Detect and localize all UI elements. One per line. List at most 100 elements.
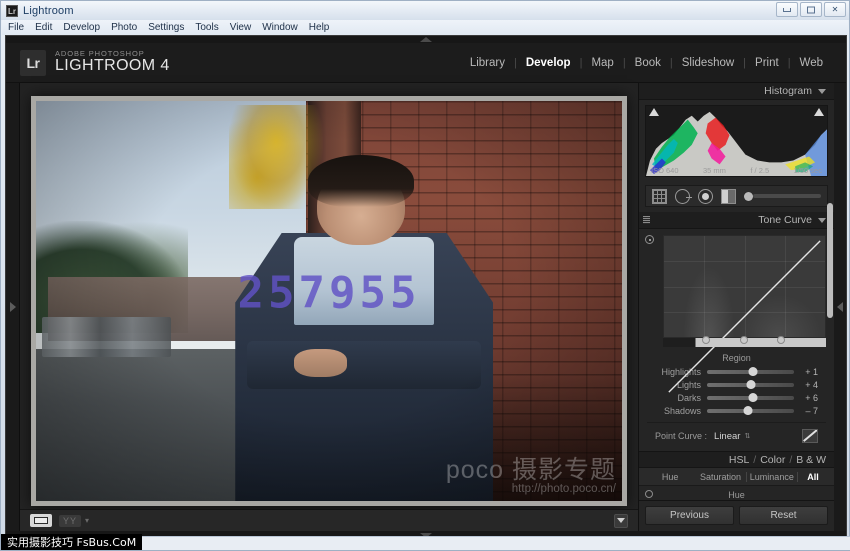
module-develop[interactable]: Develop — [517, 57, 580, 69]
menu-item-settings[interactable]: Settings — [148, 22, 184, 33]
hsl-hue-label: Hue — [639, 490, 834, 500]
shadow-clipping-icon[interactable] — [649, 108, 659, 116]
split-point-shadows[interactable] — [702, 336, 710, 344]
tone-curve-panel-header[interactable]: Tone Curve — [639, 212, 834, 229]
photo-viewport: 257955 poco 摄影专题 http://photo.poco.cn/ — [20, 83, 638, 509]
module-print[interactable]: Print — [746, 57, 788, 69]
chevron-down-icon — [818, 218, 826, 223]
histogram-panel-header[interactable]: Histogram — [639, 83, 834, 100]
slider-track[interactable] — [707, 409, 794, 413]
slider-thumb[interactable] — [743, 406, 752, 415]
slider-thumb[interactable] — [749, 393, 758, 402]
point-curve-select[interactable]: Linear — [714, 431, 740, 442]
hsl-slash: / — [789, 454, 792, 466]
crop-overlay-icon[interactable] — [652, 189, 667, 204]
menu-item-view[interactable]: View — [230, 22, 252, 33]
histogram-exif: ISO 640 35 mm f / 2.5 1/50 sec — [646, 166, 827, 175]
targeted-adjustment-icon[interactable] — [645, 235, 654, 244]
slider-thumb[interactable] — [749, 367, 758, 376]
right-panel-rail[interactable] — [834, 83, 846, 531]
hsl-panel-header[interactable]: HSL / Color / B & W — [639, 451, 834, 468]
right-panel-scrollbar[interactable] — [827, 203, 833, 318]
slider-track[interactable] — [707, 370, 794, 374]
menu-item-photo[interactable]: Photo — [111, 22, 137, 33]
hsl-tab-hsl[interactable]: HSL — [729, 454, 749, 466]
menu-item-help[interactable]: Help — [309, 22, 330, 33]
split-point-highlights[interactable] — [777, 336, 785, 344]
chevron-up-icon — [420, 37, 432, 42]
module-web[interactable]: Web — [791, 57, 832, 69]
tone-curve-split-sliders[interactable] — [663, 338, 826, 347]
right-panel: Histogram — [638, 83, 834, 531]
module-book[interactable]: Book — [626, 57, 670, 69]
right-panel-scroll: Histogram — [639, 83, 834, 500]
previous-button[interactable]: Previous — [645, 506, 734, 525]
tone-curve-panel: Region Highlights + 1 Lights + 4 — [639, 229, 834, 451]
slider-track[interactable] — [707, 396, 794, 400]
tone-curve-graph[interactable] — [663, 235, 826, 338]
point-curve-label: Point Curve : — [655, 431, 707, 441]
spot-removal-icon[interactable] — [675, 189, 690, 204]
split-point-midtones[interactable] — [740, 336, 748, 344]
histogram-panel: ISO 640 35 mm f / 2.5 1/50 sec — [639, 100, 834, 181]
flag-toggle-button[interactable]: YY — [59, 515, 81, 527]
menu-item-edit[interactable]: Edit — [35, 22, 52, 33]
module-library[interactable]: Library — [461, 57, 514, 69]
module-slideshow[interactable]: Slideshow — [673, 57, 743, 69]
photo-image[interactable]: 257955 poco 摄影专题 http://photo.poco.cn/ — [36, 101, 622, 501]
minimize-button[interactable] — [776, 2, 798, 17]
toolbar-right-group — [614, 514, 628, 528]
develop-action-buttons: Previous Reset — [639, 500, 834, 531]
watermark-brand: poco 摄影专题 — [446, 457, 616, 483]
watermark-poco: poco 摄影专题 http://photo.poco.cn/ — [446, 457, 616, 495]
chevron-left-icon — [837, 302, 843, 312]
exif-aperture: f / 2.5 — [750, 166, 769, 175]
slider-value: – 7 — [794, 406, 818, 416]
chevron-updown-icon[interactable]: ⇅ — [744, 432, 750, 440]
menu-item-file[interactable]: File — [8, 22, 24, 33]
adjustment-brush-icon[interactable] — [744, 192, 821, 201]
left-panel-rail[interactable] — [6, 83, 20, 531]
menu-item-tools[interactable]: Tools — [195, 22, 218, 33]
module-picker: Library | Develop | Map | Book | Slidesh… — [461, 57, 832, 69]
status-tip: 实用摄影技巧 FsBus.CoM — [1, 534, 142, 550]
panel-switch-icon[interactable] — [643, 216, 650, 224]
maximize-icon — [807, 6, 815, 13]
graduated-filter-icon[interactable] — [721, 189, 736, 204]
highlight-clipping-icon[interactable] — [814, 108, 824, 116]
histogram-graph[interactable]: ISO 640 35 mm f / 2.5 1/50 sec — [645, 105, 828, 177]
slider-label: Shadows — [655, 406, 707, 416]
close-button[interactable]: ✕ — [824, 2, 846, 17]
hsl-tab-color[interactable]: Color — [760, 454, 785, 466]
top-panel-collapse-bar[interactable] — [6, 36, 846, 43]
develop-tool-strip — [645, 185, 828, 207]
chevron-right-icon — [10, 302, 16, 312]
hsl-subtab-all[interactable]: All — [798, 472, 828, 482]
menu-item-develop[interactable]: Develop — [63, 22, 100, 33]
hsl-tab-bw[interactable]: B & W — [796, 454, 826, 466]
module-map[interactable]: Map — [582, 57, 622, 69]
histogram-title: Histogram — [764, 85, 812, 97]
slider-track[interactable] — [707, 383, 794, 387]
identity-plate: ADOBE PHOTOSHOP LIGHTROOM 4 — [55, 50, 170, 75]
menu-item-window[interactable]: Window — [262, 22, 298, 33]
menubar: File Edit Develop Photo Settings Tools V… — [2, 20, 848, 35]
red-eye-correction-icon[interactable] — [698, 189, 713, 204]
reset-button[interactable]: Reset — [739, 506, 828, 525]
point-curve-row: Point Curve : Linear ⇅ — [647, 422, 826, 447]
targeted-adjustment-icon[interactable] — [645, 490, 653, 498]
hsl-subtab-hue[interactable]: Hue — [645, 472, 695, 482]
window-app-icon: Lr — [6, 5, 18, 17]
chevron-down-icon — [617, 518, 625, 523]
maximize-button[interactable] — [800, 2, 822, 17]
slider-shadows[interactable]: Shadows – 7 — [647, 404, 826, 417]
edit-point-curve-icon[interactable] — [802, 429, 818, 443]
loupe-view-icon[interactable] — [30, 514, 52, 527]
hsl-subtab-luminance[interactable]: Luminance — [747, 472, 797, 482]
close-icon: ✕ — [832, 6, 839, 14]
toolbar-options-button[interactable] — [614, 514, 628, 528]
chevron-down-icon[interactable]: ▾ — [85, 516, 89, 525]
lightroom-logo: Lr — [20, 50, 46, 76]
hsl-subtab-saturation[interactable]: Saturation — [695, 472, 745, 482]
slider-thumb[interactable] — [747, 380, 756, 389]
